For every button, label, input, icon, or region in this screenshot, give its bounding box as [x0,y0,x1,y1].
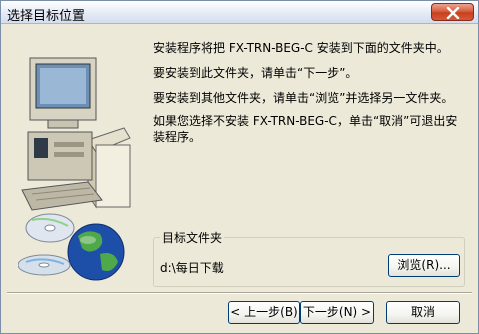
cd-disc-icon [18,213,75,276]
title-bar[interactable]: 选择目标位置 [1,1,478,24]
divider [7,292,472,294]
message-line: 要安装到其他文件夹，请单击“浏览”并选择另一文件夹。 [153,91,454,105]
message-line: 装程序。 [153,130,202,144]
destination-path: d:\每日下载 [160,261,224,275]
setup-illustration [18,57,131,281]
globe-icon [67,223,125,281]
browse-button[interactable]: 浏览(R)... [388,254,460,277]
computer-illustration-icon [21,57,131,211]
destination-folder-group: 目标文件夹 d:\每日下载 浏览(R)... [153,229,465,287]
close-icon [446,7,460,19]
cancel-button[interactable]: 取消 [386,301,460,324]
next-button[interactable]: 下一步(N) > [300,301,374,324]
window-title: 选择目标位置 [7,9,86,24]
close-button[interactable] [431,3,474,21]
destination-folder-label: 目标文件夹 [160,229,225,246]
message-line: 安装程序将把 FX-TRN-BEG-C 安装到下面的文件夹中。 [153,41,449,55]
message-line: 如果您选择不安装 FX-TRN-BEG-C，单击“取消”可退出安 [153,114,458,128]
back-button[interactable]: < 上一步(B) [228,301,300,324]
message-line: 要安装到此文件夹，请单击“下一步”。 [153,66,358,80]
setup-dialog: 选择目标位置 安装程序将把 FX-TRN-BEG-C 安装到下面的文件夹中。 要… [0,0,479,334]
dialog-content: 安装程序将把 FX-TRN-BEG-C 安装到下面的文件夹中。 要安装到此文件夹… [1,24,478,333]
